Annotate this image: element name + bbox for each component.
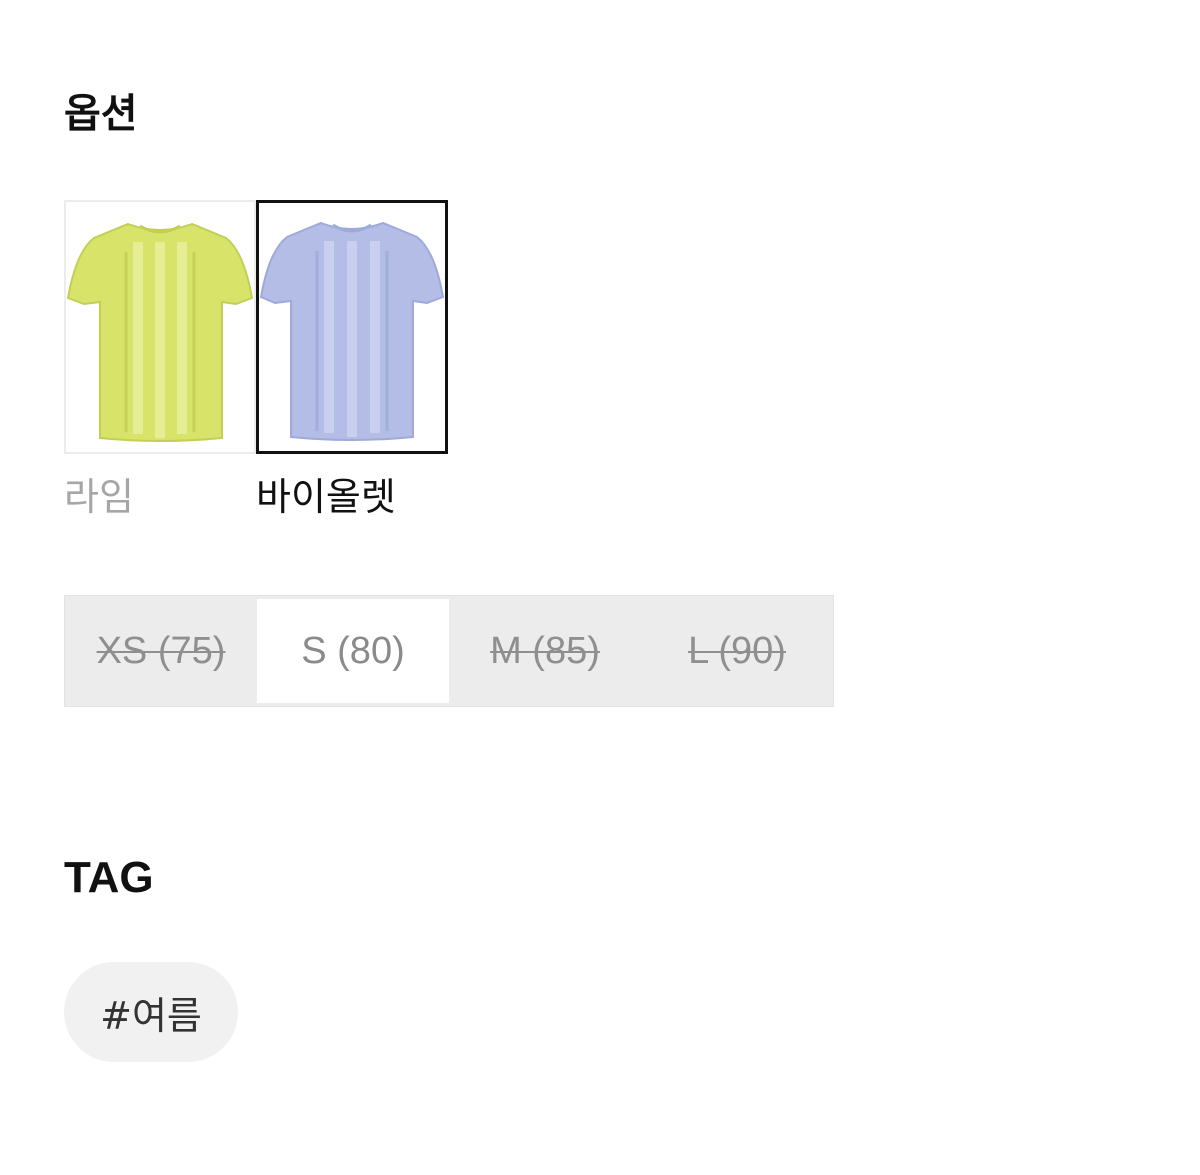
color-label-violet: 바이올렛 <box>256 475 396 519</box>
size-selector: XS (75) S (80) M (85) L (90) <box>64 595 834 707</box>
lime-tshirt-image <box>66 222 254 442</box>
size-option-m[interactable]: M (85) <box>449 596 641 706</box>
color-swatch-violet[interactable] <box>256 200 448 454</box>
size-option-s[interactable]: S (80) <box>257 599 449 703</box>
tag-chip[interactable]: #여름 <box>64 962 238 1062</box>
violet-tshirt-image <box>259 221 445 441</box>
size-option-xs[interactable]: XS (75) <box>65 596 257 706</box>
color-label-lime: 라임 <box>64 475 134 519</box>
size-option-l[interactable]: L (90) <box>641 596 833 706</box>
options-title: 옵션 <box>64 91 138 137</box>
tag-title: TAG <box>64 853 154 902</box>
color-swatch-lime[interactable] <box>64 200 256 454</box>
